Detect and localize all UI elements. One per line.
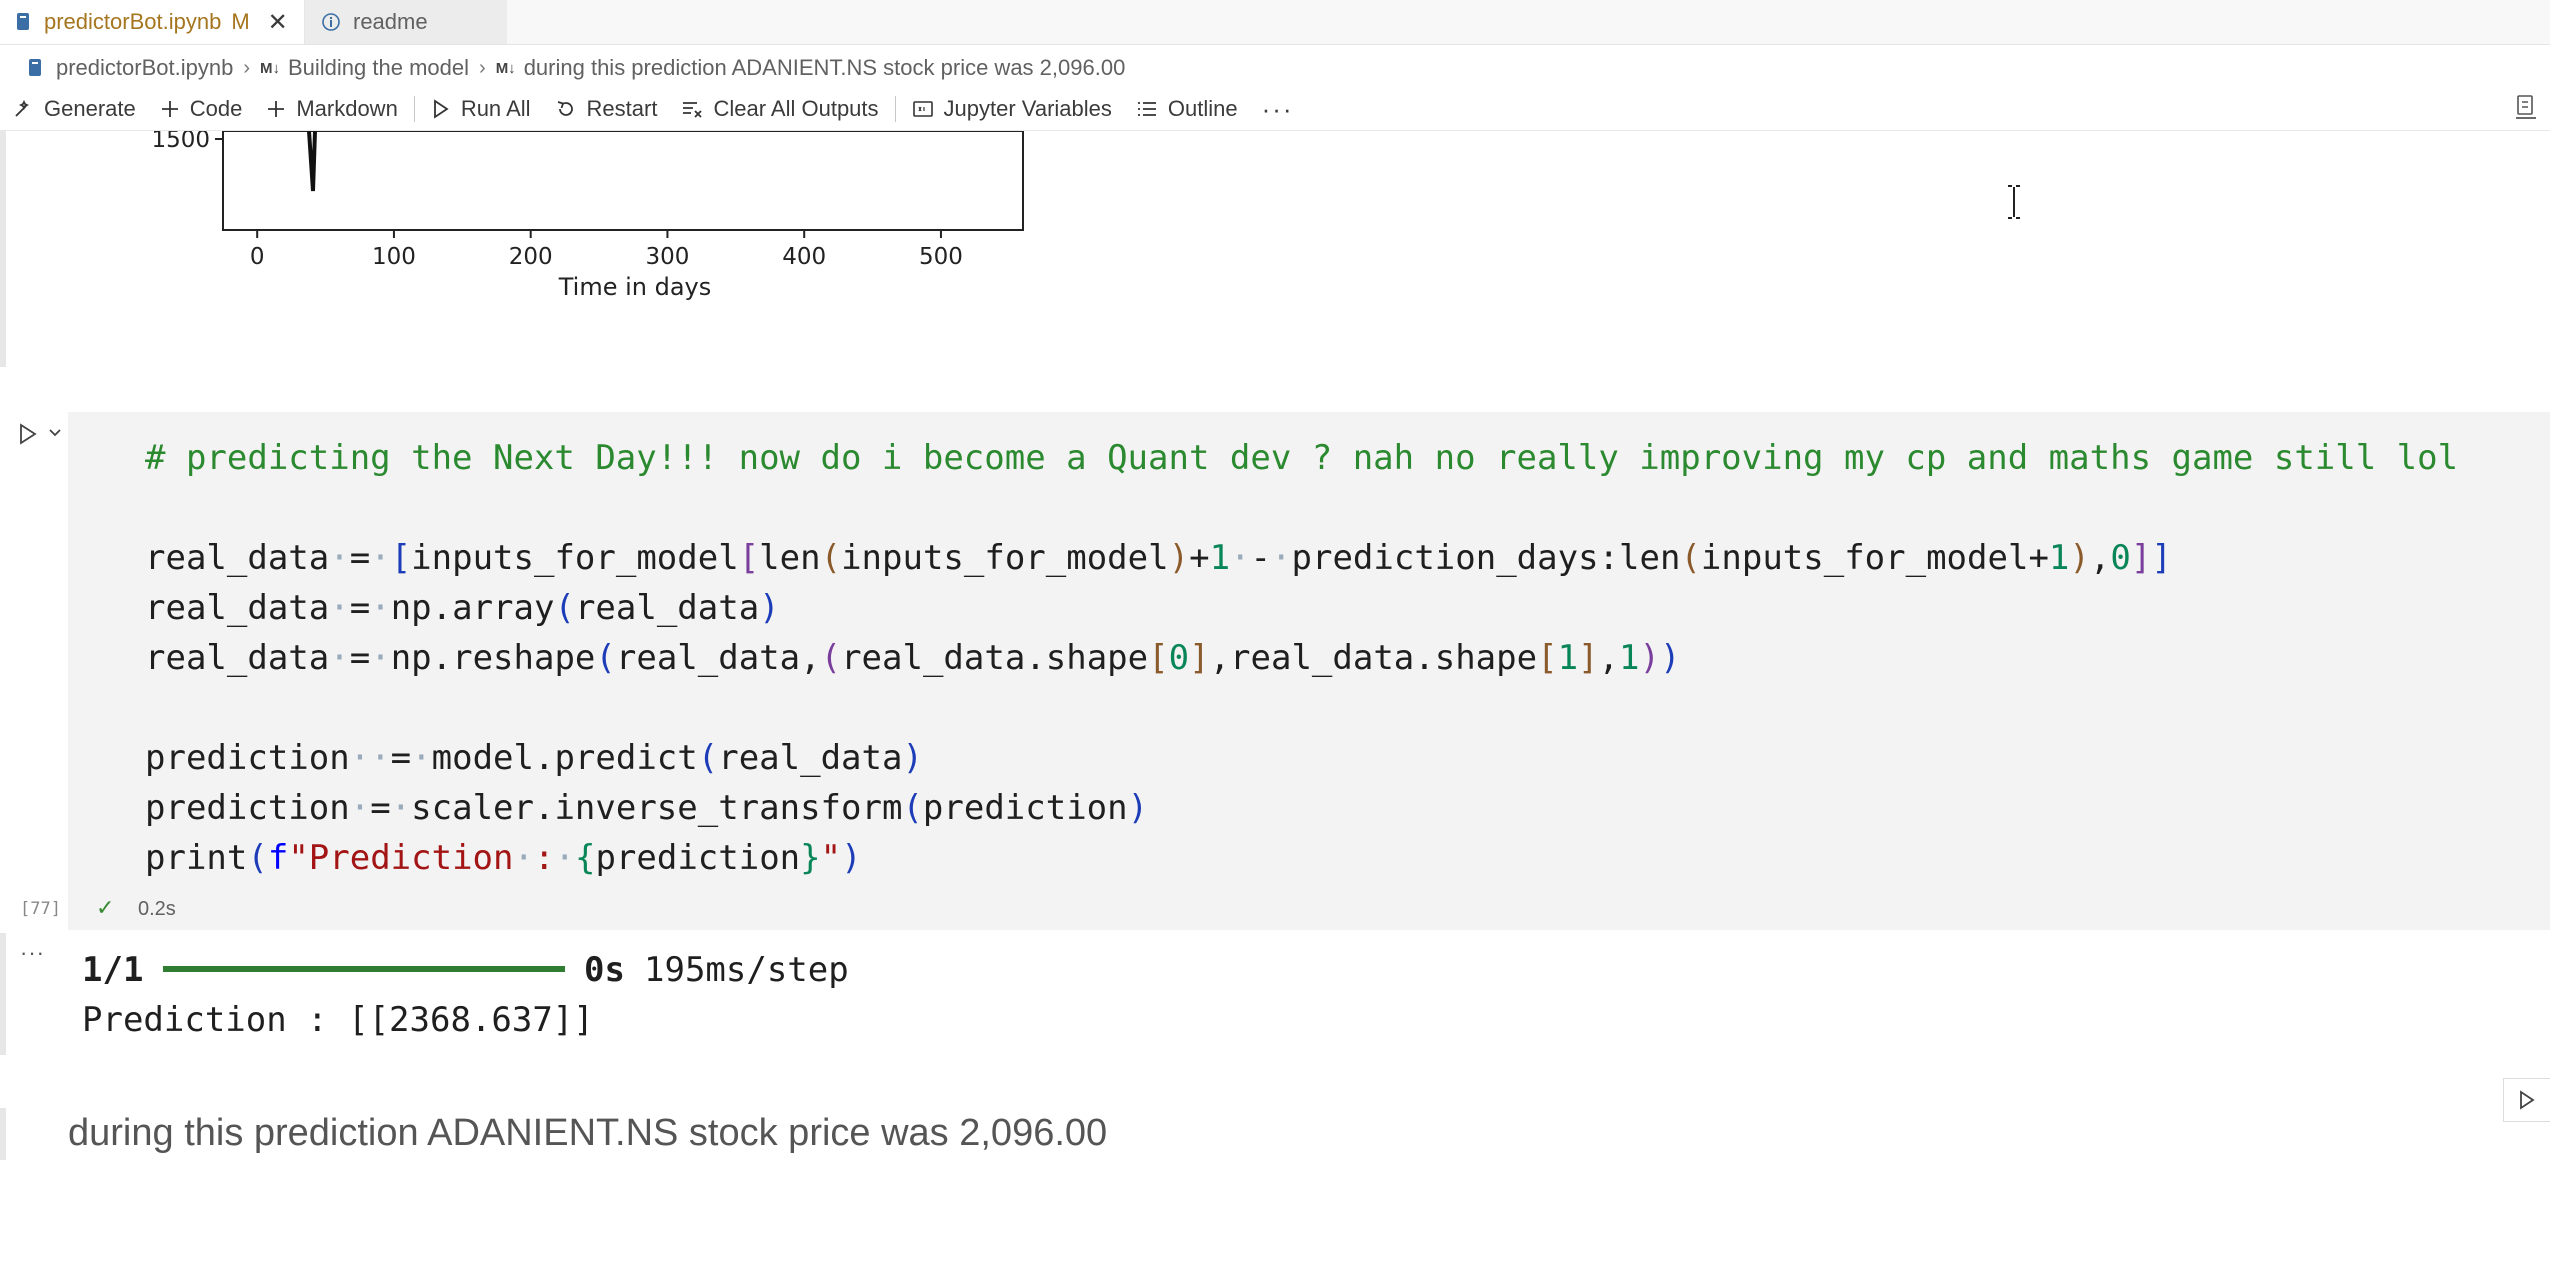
chart-axes-frame	[222, 130, 1024, 231]
output-focus-bar	[0, 933, 6, 1055]
x-tick-label: 400	[782, 244, 826, 270]
flask-icon	[2516, 95, 2536, 119]
breadcrumb-cell[interactable]: during this prediction ADANIENT.NS stock…	[524, 55, 1126, 81]
progress-count: 1/1	[82, 950, 144, 990]
x-axis-label: Time in days	[558, 273, 712, 301]
run-cell-icon[interactable]	[18, 422, 40, 446]
run-all-label: Run All	[460, 96, 531, 121]
text-cursor-icon	[2008, 185, 2020, 219]
code-label: Code	[189, 96, 243, 121]
notebook-toolbar: Generate Code Markdown Run All Restart C…	[0, 88, 2550, 131]
prediction-output: Prediction : [[2368.637]]	[82, 1000, 594, 1040]
add-code-button[interactable]: Code	[148, 88, 255, 130]
restart-icon	[557, 101, 573, 116]
tab-label: predictorBot.ipynb	[44, 9, 222, 34]
generate-button[interactable]: Generate	[0, 88, 148, 130]
x-tick-label: 100	[372, 244, 416, 270]
toolbar-divider	[894, 96, 896, 122]
chart-output: 1500 0 100 200 300 400 500 Time in days	[130, 127, 1080, 311]
cell-focus-bar[interactable]	[0, 131, 6, 367]
chevron-down-icon[interactable]	[48, 428, 62, 438]
notebook-icon	[29, 59, 41, 76]
chevron-right-icon: ›	[243, 56, 250, 79]
run-all-button[interactable]: Run All	[419, 88, 543, 130]
cell-status-row: [77] ✓ 0.2s	[0, 895, 2550, 925]
code-line: real_data·=·[inputs_for_model[len(inputs…	[145, 538, 2172, 578]
code-comment: # predicting the Next Day!!! now do i be…	[145, 438, 2459, 478]
notebook-icon	[17, 13, 29, 30]
sparkle-icon	[15, 99, 30, 117]
outline-button[interactable]: Outline	[1124, 88, 1250, 130]
plus-icon	[268, 101, 285, 117]
markdown-focus-bar	[0, 1108, 6, 1160]
chart-svg: 1500 0 100 200 300 400 500 Time in days	[151, 127, 1024, 301]
play-icon	[2520, 1090, 2535, 1110]
list-icon	[1137, 102, 1156, 116]
cell-gutter	[0, 412, 68, 930]
toolbar-divider	[413, 96, 415, 122]
x-tick-label: 300	[645, 244, 689, 270]
markdown-icon: M↓	[495, 59, 516, 77]
check-icon: ✓	[96, 895, 115, 920]
tab-bar: predictorBot.ipynb M ✕ readme	[0, 0, 2550, 45]
markdown-label: Markdown	[296, 96, 398, 121]
outline-label: Outline	[1167, 96, 1238, 121]
code-comment-line: # predicting the Next Day!!! now do i be…	[145, 438, 2458, 478]
play-icon	[433, 99, 449, 119]
progress-time: 0s	[584, 950, 625, 990]
clear-all-outputs-button[interactable]: Clear All Outputs	[669, 88, 890, 130]
progress-rate: 195ms/step	[644, 950, 849, 990]
markdown-text[interactable]: during this prediction ADANIENT.NS stock…	[68, 1112, 1107, 1155]
jupyter-variables-button[interactable]: Jupyter Variables	[900, 88, 1124, 130]
breadcrumb-section[interactable]: Building the model	[288, 55, 469, 81]
breadcrumb-file[interactable]: predictorBot.ipynb	[56, 55, 233, 81]
execution-duration: 0.2s	[138, 898, 176, 920]
run-markdown-button[interactable]	[2503, 1078, 2550, 1122]
markdown-icon: M↓	[260, 59, 280, 77]
code-line: real_data·=·np.array(real_data)	[145, 588, 780, 628]
series-line	[307, 130, 317, 192]
kernel-icon[interactable]	[2514, 94, 2538, 128]
chevron-right-icon: ›	[479, 56, 486, 79]
code-line: real_data·=·np.reshape(real_data,(real_d…	[145, 638, 1681, 678]
plus-icon	[161, 101, 178, 117]
clear-outputs-label: Clear All Outputs	[713, 96, 879, 121]
execution-count: [77]	[20, 899, 61, 919]
add-markdown-button[interactable]: Markdown	[254, 88, 409, 130]
tab-predictorbot[interactable]: predictorBot.ipynb M ✕	[0, 0, 305, 44]
clear-all-icon	[683, 102, 703, 118]
more-actions-icon[interactable]: ···	[1250, 94, 1306, 125]
code-line: prediction·=·scaler.inverse_transform(pr…	[145, 788, 1149, 828]
close-icon[interactable]: ✕	[268, 8, 288, 37]
output-more-icon[interactable]: ···	[20, 940, 45, 966]
breadcrumb: predictorBot.ipynb › M↓ Building the mod…	[0, 50, 1125, 86]
progress-bar	[163, 966, 565, 972]
x-tick-label: 500	[919, 244, 963, 270]
tab-readme[interactable]: readme	[305, 0, 507, 44]
x-tick-label: 0	[250, 244, 265, 270]
tab-label: readme	[353, 9, 428, 34]
y-tick-label: 1500	[151, 131, 210, 153]
restart-button[interactable]: Restart	[543, 88, 670, 130]
jupyter-variables-label: Jupyter Variables	[943, 96, 1112, 121]
modified-indicator: M	[231, 9, 250, 34]
code-line: prediction··=·model.predict(real_data)	[145, 738, 923, 778]
variables-icon	[912, 101, 933, 117]
code-line: print(f"Prediction·:·{prediction}")	[145, 838, 862, 878]
restart-label: Restart	[586, 96, 658, 121]
info-icon	[322, 13, 340, 31]
x-tick-label: 200	[509, 244, 553, 270]
generate-label: Generate	[44, 96, 136, 121]
